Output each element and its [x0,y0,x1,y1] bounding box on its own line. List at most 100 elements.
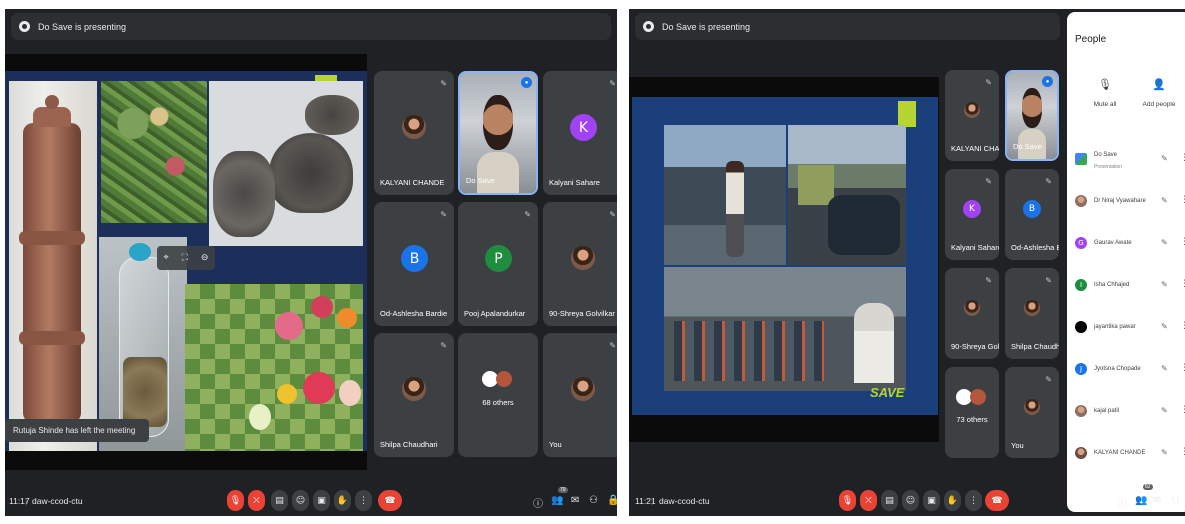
avatar: P [485,245,512,272]
more-options-button[interactable]: ⋮ [355,490,372,511]
speaking-indicator-icon: ● [1042,76,1053,87]
mic-muted-icon: ✎ [1045,375,1052,384]
presentation-slide-right[interactable]: SAVE [632,97,938,415]
presenting-text: Do Save is presenting [38,21,127,32]
avatar [1024,300,1040,316]
participant-name: Do Save [466,176,495,185]
participant-tile[interactable]: You ✎ [1005,367,1059,458]
mic-muted-icon[interactable]: ✎ [1161,238,1168,247]
more-vert-icon[interactable]: ⋮ [1180,195,1185,205]
people-list-item[interactable]: I Isha Chhajed ✎ ⋮ [1067,266,1185,308]
info-icon[interactable]: ⓘ [1117,495,1127,510]
fullscreen-icon[interactable]: ⛶ [182,253,188,263]
people-icon[interactable]: 👥 [551,495,563,506]
participant-tile[interactable]: 90-Shreya Golv... ✎ [945,268,999,359]
people-list-item[interactable]: kajal patil ✎ ⋮ [1067,392,1185,434]
mute-all-button[interactable]: 🎙 Mute all [1077,78,1133,108]
participant-tile[interactable]: K Kalyani Sahare ✎ [945,169,999,260]
minus-icon[interactable]: ⊖ [201,253,209,263]
participant-tile[interactable]: ● Do Save [1005,70,1059,161]
participant-tile[interactable]: ● Do Save [458,71,538,195]
participant-tile[interactable]: KALYANI CHANDE ✎ [374,71,454,195]
avatar: K [963,200,981,218]
participant-tile[interactable]: Shilpa Chaudhari ✎ [374,333,454,457]
presentation-controls[interactable]: ⌖ ⛶ ⊖ [157,246,215,270]
more-vert-icon[interactable]: ⋮ [1180,237,1185,247]
mic-off-button[interactable]: 🎙 [839,490,856,511]
activities-icon[interactable]: ⚇ [1171,495,1180,506]
chat-icon[interactable]: ✉ [1153,495,1161,506]
people-list-item[interactable]: Do Save Presentation ✎ ⋮ [1067,140,1185,182]
emoji-button[interactable]: ☺ [292,490,309,511]
more-options-button[interactable]: ⋮ [965,490,982,511]
more-vert-icon[interactable]: ⋮ [1180,363,1185,373]
mic-muted-icon: ✎ [609,341,616,350]
participant-tile[interactable]: 68 others [458,333,538,457]
raise-hand-button[interactable]: ✋ [334,490,351,511]
add-people-button[interactable]: 👤 Add people [1131,78,1185,108]
right-meeting-window: Do Save is presenting SAVE KALYANI CHAN.… [629,9,1185,516]
more-vert-icon[interactable]: ⋮ [1180,447,1185,457]
participant-tile[interactable]: KALYANI CHAN... ✎ [945,70,999,161]
speaking-indicator-icon: ● [521,77,532,88]
mic-muted-icon: ✎ [985,78,992,87]
participant-tile[interactable]: You ✎ [543,333,617,457]
emoji-button[interactable]: ☺ [902,490,919,511]
presenting-banner[interactable]: Do Save is presenting [11,13,611,40]
host-controls-icon[interactable]: 🔒 [607,495,617,506]
pin-icon[interactable]: ⌖ [164,253,169,263]
activities-icon[interactable]: ⚇ [589,495,598,506]
present-button[interactable]: ▣ [923,490,940,511]
person-name: Dr Niraj Vyawahare [1094,198,1146,204]
people-list-item[interactable]: Dr Niraj Vyawahare ✎ ⋮ [1067,182,1185,224]
mic-off-icon: 🎙 [1098,78,1112,91]
mic-muted-icon[interactable]: ✎ [1161,280,1168,289]
people-icon[interactable]: 👥 [1135,495,1147,506]
people-title: People [1075,34,1107,45]
participant-tile[interactable]: P Pooj Apalandurkar ✎ [458,202,538,326]
more-vert-icon[interactable]: ⋮ [1180,153,1185,163]
present-button[interactable]: ▣ [313,490,330,511]
people-list-item[interactable]: KALYANI CHANDE ✎ ⋮ [1067,434,1185,476]
camera-off-button[interactable]: ⛌ [248,490,265,511]
people-list-item[interactable]: J Jyotsna Chopade ✎ ⋮ [1067,350,1185,392]
mic-muted-icon[interactable]: ✎ [1161,196,1168,205]
person-name: Isha Chhajed [1094,282,1130,288]
participant-tile[interactable]: 90-Shreya Golvilkar ✎ [543,202,617,326]
mic-off-button[interactable]: 🎙 [227,490,244,511]
presenting-banner-right[interactable]: Do Save is presenting [635,13,1060,40]
more-vert-icon[interactable]: ⋮ [1180,279,1185,289]
chat-icon[interactable]: ✉ [571,495,579,506]
people-list-item[interactable]: G Gaurav Awate ✎ ⋮ [1067,224,1185,266]
person-name: kajal patil [1094,408,1120,414]
mic-muted-icon[interactable]: ✎ [1161,154,1168,163]
others-count: 73 others [956,415,988,424]
leave-call-button[interactable]: ☎ [985,490,1009,511]
presentation-slide[interactable]: ⌖ ⛶ ⊖ [5,71,367,451]
mic-muted-icon: ✎ [609,79,616,88]
participant-tile[interactable]: K Kalyani Sahare ✎ [543,71,617,195]
leave-call-button[interactable]: ☎ [378,490,402,511]
people-count-badge: 82 [1143,484,1153,490]
participant-tile[interactable]: B Od-Ashlesha B... ✎ [1005,169,1059,260]
participant-tile[interactable]: 73 others [945,367,999,458]
participant-tile[interactable]: B Od-Ashlesha Bardie ✎ [374,202,454,326]
captions-button[interactable]: ▤ [271,490,288,511]
mic-muted-icon[interactable]: ✎ [1161,322,1168,331]
people-list-item[interactable]: jayantika pawar ✎ ⋮ [1067,308,1185,350]
info-icon[interactable]: ⓘ [533,495,543,510]
more-vert-icon[interactable]: ⋮ [1180,321,1185,331]
presentation-stage: ⌖ ⛶ ⊖ Rutuja Shinde has left the meeting [5,54,367,470]
participant-tile[interactable]: Shilpa Chaudhari ✎ [1005,268,1059,359]
participant-name: KALYANI CHAN... [951,144,999,153]
mic-muted-icon[interactable]: ✎ [1161,364,1168,373]
mic-muted-icon[interactable]: ✎ [1161,406,1168,415]
camera-off-button[interactable]: ⛌ [860,490,877,511]
mic-muted-icon[interactable]: ✎ [1161,448,1168,457]
photo-plants-grid [185,284,363,451]
raise-hand-button[interactable]: ✋ [944,490,961,511]
present-icon [643,21,654,32]
mic-muted-icon: ✎ [440,79,447,88]
captions-button[interactable]: ▤ [881,490,898,511]
more-vert-icon[interactable]: ⋮ [1180,405,1185,415]
